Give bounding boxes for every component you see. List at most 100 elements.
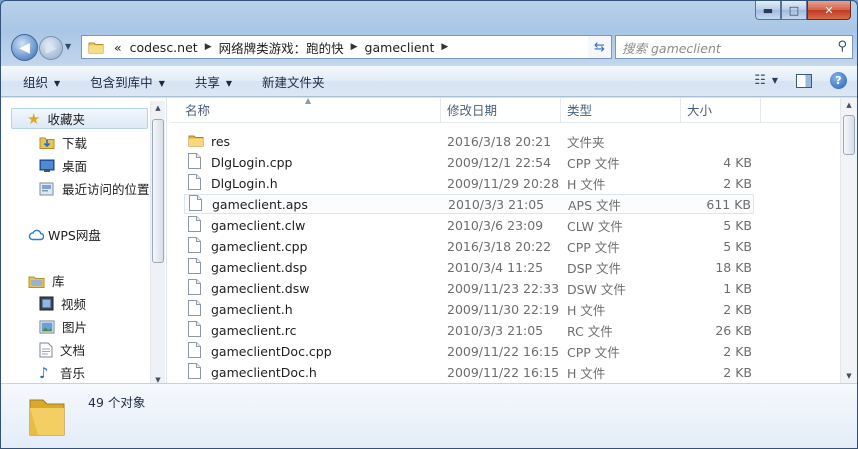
chevron-right-icon[interactable]: ▶: [438, 42, 451, 52]
file-size: 26 KB: [715, 322, 752, 338]
file-row[interactable]: gameclientDoc.h 2009/11/22 16:15 H 文件 2 KB: [184, 362, 754, 382]
chevron-down-icon[interactable]: ▼: [772, 76, 778, 85]
file-row[interactable]: gameclient.dsw 2009/11/23 22:33 DSW 文件 1 KB: [184, 278, 754, 298]
nav-item-documents[interactable]: 文档: [39, 340, 85, 359]
column-header-date[interactable]: 修改日期: [441, 98, 561, 123]
file-row[interactable]: gameclientDoc.cpp 2009/11/22 16:15 CPP 文件 2…: [184, 341, 754, 361]
file-icon: [188, 362, 204, 382]
star-icon: ★: [27, 109, 41, 128]
chevron-right-icon[interactable]: ▶: [348, 42, 361, 52]
chevron-down-icon: ▼: [158, 78, 165, 88]
scroll-down-icon[interactable]: ▼: [151, 373, 165, 383]
organize-button[interactable]: 组织 ▼: [15, 72, 68, 91]
nav-item-pictures[interactable]: 图片: [39, 317, 87, 336]
file-name: gameclient.dsw: [211, 280, 310, 296]
file-row[interactable]: res 2016/3/18 20:21 文件夹: [184, 131, 754, 151]
scroll-up-icon[interactable]: ▲: [151, 101, 165, 115]
file-date: 2009/11/22 16:15: [447, 343, 560, 359]
breadcrumb-item[interactable]: gameclient: [361, 40, 439, 55]
breadcrumb-item[interactable]: 网络牌类游戏：跑的快: [215, 38, 348, 57]
file-name: gameclient.rc: [211, 322, 297, 338]
breadcrumb-overflow[interactable]: «: [110, 40, 126, 55]
file-icon: [188, 215, 204, 235]
file-name-cell: gameclient.clw: [184, 215, 444, 235]
file-icon: [188, 236, 204, 256]
file-row[interactable]: gameclient.h 2009/11/30 22:19 H 文件 2 KB: [184, 299, 754, 319]
file-size: 4 KB: [723, 154, 752, 170]
nav-item-wps-cloud[interactable]: WPS网盘: [28, 225, 101, 244]
column-header-name[interactable]: 名称: [179, 98, 441, 123]
nav-item-videos[interactable]: 视频: [39, 294, 86, 313]
chevron-right-icon[interactable]: ▶: [202, 42, 215, 52]
refresh-button[interactable]: ⇆: [588, 35, 612, 59]
minimize-button[interactable]: ▬: [755, 1, 781, 20]
nav-item-downloads[interactable]: 下载: [39, 133, 87, 152]
file-row[interactable]: gameclient.rc 2010/3/3 21:05 RC 文件 26 KB: [184, 320, 754, 340]
navigation-pane: ★ 收藏夹 下载 桌面 最近访问的位置 WPS网盘 库 视频 图片 文档 ♪ 音…: [1, 98, 167, 383]
file-type: APS 文件: [568, 197, 621, 213]
file-name-cell: gameclientDoc.cpp: [184, 341, 444, 361]
file-name-cell: DlgLogin.cpp: [184, 152, 444, 172]
file-row[interactable]: gameclient.dsp 2010/3/4 11:25 DSP 文件 18 KB: [184, 257, 754, 277]
file-name-cell: res: [184, 133, 444, 150]
view-options-icon[interactable]: ☷: [754, 73, 766, 88]
file-icon: [188, 341, 204, 361]
library-icon: [28, 276, 45, 288]
file-icon: [188, 320, 204, 340]
scroll-up-icon[interactable]: ▲: [842, 98, 856, 112]
address-bar[interactable]: « codesc.net ▶ 网络牌类游戏：跑的快 ▶ gameclient ▶…: [81, 35, 605, 59]
file-row[interactable]: gameclient.cpp 2016/3/18 20:22 CPP 文件 5 KB: [184, 236, 754, 256]
close-button[interactable]: ✕: [807, 1, 851, 20]
search-input[interactable]: 搜索 gameclient ⚲: [615, 35, 853, 59]
scrollbar-thumb[interactable]: [843, 115, 855, 155]
column-header-size[interactable]: 大小: [681, 98, 761, 123]
document-icon: [39, 342, 53, 357]
item-count: 49 个对象: [88, 395, 146, 410]
breadcrumb-item[interactable]: codesc.net: [126, 40, 202, 55]
file-size: 2 KB: [723, 175, 752, 191]
desktop-icon: [39, 159, 55, 172]
search-icon[interactable]: ⚲: [837, 39, 847, 54]
nav-item-music[interactable]: ♪ 音乐: [39, 363, 85, 382]
recent-pages-dropdown[interactable]: ▼: [65, 42, 71, 51]
nav-item-libraries[interactable]: 库: [28, 271, 65, 290]
file-date: 2009/11/23 22:33: [447, 280, 560, 296]
scrollbar-thumb[interactable]: [152, 119, 164, 263]
refresh-icon: ⇆: [594, 39, 605, 55]
file-row[interactable]: gameclient.clw 2010/3/6 23:09 CLW 文件 5 KB: [184, 215, 754, 235]
details-pane: 49 个对象: [1, 383, 857, 448]
navpane-scrollbar[interactable]: ▲ ▼: [150, 101, 165, 383]
file-date: 2009/11/29 20:28: [447, 175, 560, 191]
content-area: ★ 收藏夹 下载 桌面 最近访问的位置 WPS网盘 库 视频 图片 文档 ♪ 音…: [1, 98, 857, 383]
file-name: gameclientDoc.cpp: [211, 343, 332, 359]
file-type: CLW 文件: [567, 218, 623, 234]
nav-item-desktop[interactable]: 桌面: [39, 156, 87, 175]
file-type: DSP 文件: [567, 260, 622, 276]
help-icon[interactable]: ?: [830, 72, 847, 89]
file-icon: [188, 257, 204, 277]
file-name: DlgLogin.h: [211, 175, 278, 191]
nav-item-recent-places[interactable]: 最近访问的位置: [39, 179, 150, 198]
column-headers: ▲ 名称 修改日期 类型 大小: [171, 98, 857, 123]
file-list-scrollbar[interactable]: ▲ ▼: [840, 98, 857, 383]
file-date: 2016/3/18 20:21: [447, 133, 552, 149]
nav-item-favorites[interactable]: ★ 收藏夹: [11, 108, 148, 129]
include-in-library-button[interactable]: 包含到库中 ▼: [82, 72, 173, 91]
preview-pane-icon[interactable]: [796, 73, 812, 88]
forward-button[interactable]: ▶: [39, 36, 63, 60]
maximize-button[interactable]: □: [781, 1, 807, 20]
new-folder-button[interactable]: 新建文件夹: [254, 72, 333, 91]
file-row[interactable]: gameclient.aps 2010/3/3 21:05 APS 文件 611 KB: [184, 194, 754, 214]
cloud-icon: [28, 229, 44, 240]
back-button[interactable]: ◀: [11, 34, 38, 61]
scroll-down-icon[interactable]: ▼: [842, 369, 856, 383]
share-button[interactable]: 共享 ▼: [187, 72, 240, 91]
file-name: gameclientDoc.h: [211, 364, 317, 380]
file-name-cell: gameclient.dsw: [184, 278, 444, 298]
file-row[interactable]: DlgLogin.h 2009/11/29 20:28 H 文件 2 KB: [184, 173, 754, 193]
chevron-down-icon: ▼: [54, 78, 61, 88]
column-header-type[interactable]: 类型: [561, 98, 681, 123]
file-row[interactable]: DlgLogin.cpp 2009/12/1 22:54 CPP 文件 4 KB: [184, 152, 754, 172]
file-icon: [188, 173, 204, 193]
file-name-cell: gameclientDoc.h: [184, 362, 444, 382]
